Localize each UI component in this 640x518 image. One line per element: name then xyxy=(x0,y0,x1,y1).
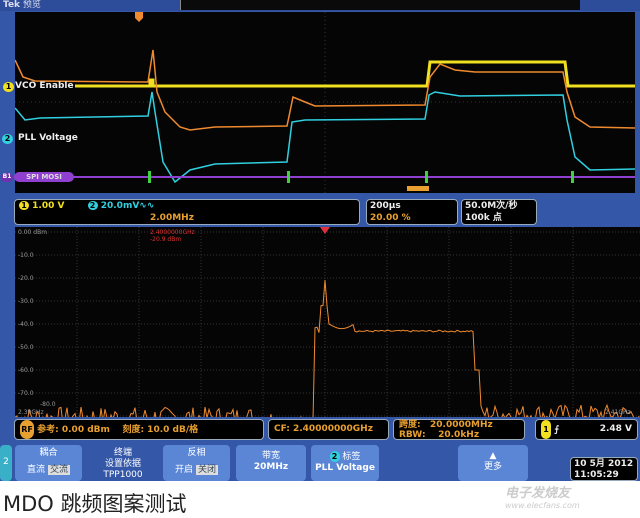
span-rbw-readout[interactable]: 跨度: 20.0000MHz RBW: 20.0kHz xyxy=(393,419,525,440)
ref-level: 参考: 0.00 dBm xyxy=(37,425,110,435)
ch1-status-badge: 1 xyxy=(19,201,29,210)
ch2-label[interactable]: PLL Voltage xyxy=(18,133,78,143)
label-channel-badge: 2 xyxy=(329,451,340,462)
span-value: 20.0000MHz xyxy=(430,420,493,430)
y-axis-label: -40.0 xyxy=(18,321,34,328)
ref-level-readout[interactable]: RF 参考: 0.00 dBm 刻度: 10.0 dB/格 xyxy=(14,419,264,440)
more-button[interactable]: ▲ 更多 xyxy=(458,445,528,481)
trigger-position: 20.00 % xyxy=(370,213,411,223)
figure-caption: MDO 跳频图案测试 xyxy=(3,492,187,516)
brand-logo: Tek xyxy=(3,0,21,10)
ch2-scale: 20.0mV xyxy=(100,201,140,211)
label-value: PLL Voltage xyxy=(315,463,375,473)
y-axis-label: -30.0 xyxy=(18,298,34,305)
watermark-name: 电子发烧友 xyxy=(505,486,571,501)
record-view-bar xyxy=(180,0,580,10)
rising-edge-icon: ⨍ xyxy=(554,425,560,435)
label-button[interactable]: 2 标签 PLL Voltage xyxy=(311,445,379,481)
rf-badge: RF xyxy=(20,420,34,439)
y-axis-label: -80.0 xyxy=(40,401,56,408)
marker-readout: 2.4000000GHz -20.9 dBm xyxy=(150,229,195,243)
frequency-domain-display xyxy=(14,227,640,437)
coupling-label: 耦合 xyxy=(39,448,58,458)
rbw-value: 20.0kHz xyxy=(438,430,480,440)
bandwidth-label: 带宽 xyxy=(261,451,280,461)
coupling-ac[interactable]: 交流 xyxy=(47,465,70,475)
center-frequency-readout[interactable]: CF: 2.40000000GHz xyxy=(268,419,389,440)
marker-level: -20.9 dBm xyxy=(150,236,182,243)
y-axis-label: -70.0 xyxy=(18,390,34,397)
horizontal-status[interactable]: 200μs 20.00 % xyxy=(366,199,458,225)
invert-button[interactable]: 反相 开启 关闭 xyxy=(163,445,230,481)
vertical-status[interactable]: 1 1.00 V 2 20.0mV∿∿ 2.00MHz xyxy=(14,199,360,225)
oscilloscope-screen: Tek 预览 1 VCO Enable 2 PLL Voltage B1 SPI… xyxy=(0,0,640,481)
marker-freq: 2.4000000GHz xyxy=(150,229,195,236)
label-label: 标签 xyxy=(342,452,361,462)
invert-on[interactable]: 开启 xyxy=(175,465,193,475)
title-bar: Tek 预览 xyxy=(0,0,640,11)
date-time: 10 5月 2012 11:05:29 xyxy=(570,457,638,481)
ch2-status-badge: 2 xyxy=(87,201,98,210)
ch2-coupling: ∿∿ xyxy=(139,201,155,211)
bandwidth-value: 20MHz xyxy=(253,462,289,472)
invert-off[interactable]: 关闭 xyxy=(195,465,218,475)
x-end-label: 2.41GHz xyxy=(605,409,631,416)
timebase: 200μs xyxy=(370,201,401,211)
date: 10 5月 2012 xyxy=(574,459,634,469)
ch1-trace xyxy=(75,60,635,88)
channel-menu-tab[interactable]: 2 xyxy=(0,445,12,481)
y-axis-label: -50.0 xyxy=(18,344,34,351)
trigger-level: 2.48 V xyxy=(599,424,632,434)
vertical-scale: 刻度: 10.0 dB/格 xyxy=(122,425,199,435)
time: 11:05:29 xyxy=(574,470,619,480)
watermark-logo: 电子发烧友 www.elecfans.com xyxy=(505,482,580,510)
rbw-label: RBW: xyxy=(399,430,426,440)
bus-badge[interactable]: B1 xyxy=(1,173,13,182)
ch1-label[interactable]: VCO Enable xyxy=(15,81,74,91)
trigger-channel-badge: 1 xyxy=(541,420,551,439)
trigger-marker-icon xyxy=(135,12,143,22)
record-length: 100k 点 xyxy=(465,213,502,223)
rf-freq: 2.00MHz xyxy=(150,213,194,223)
bus-label[interactable]: SPI MOSI xyxy=(14,172,74,182)
rf-status: 2.00MHz xyxy=(150,213,194,223)
time-domain-display xyxy=(14,12,636,193)
ch1-scale: 1.00 V xyxy=(32,201,65,211)
y-axis-label: -60.0 xyxy=(18,367,34,374)
watermark-url: www.elecfans.com xyxy=(505,501,580,510)
acquisition-status[interactable]: 50.0M次/秒 100k 点 xyxy=(461,199,537,225)
ch1-badge[interactable]: 1 xyxy=(3,82,14,92)
termination-button[interactable]: 终端 设置依据 TPP1000 xyxy=(88,445,158,481)
ch2-badge[interactable]: 2 xyxy=(2,134,13,144)
termination-label: 终端 xyxy=(113,448,132,458)
trigger-readout[interactable]: 1 ⨍ 2.48 V xyxy=(535,419,638,440)
y-axis-label: -20.0 xyxy=(18,275,34,282)
coupling-button[interactable]: 耦合 直流 交流 xyxy=(15,445,82,481)
sample-rate: 50.0M次/秒 xyxy=(465,201,518,211)
mode-label: 预览 xyxy=(22,0,41,10)
span-label: 跨度: xyxy=(399,420,421,430)
x-start-label: 2.39GHz xyxy=(18,409,44,416)
bandwidth-button[interactable]: 带宽 20MHz xyxy=(236,445,306,481)
probe-name: TPP1000 xyxy=(103,470,143,480)
coupling-dc[interactable]: 直流 xyxy=(27,465,45,475)
invert-label: 反相 xyxy=(187,448,206,458)
peak-marker-icon xyxy=(320,227,330,234)
waveform-traces xyxy=(14,12,636,193)
y-axis-label: -10.0 xyxy=(18,252,34,259)
termination-setting-label: 设置依据 xyxy=(104,459,141,469)
up-arrow-icon: ▲ xyxy=(489,451,497,461)
y-axis-label: 0.00 dBm xyxy=(18,229,48,236)
spectrum-plot xyxy=(14,227,640,437)
more-label: 更多 xyxy=(483,462,502,472)
